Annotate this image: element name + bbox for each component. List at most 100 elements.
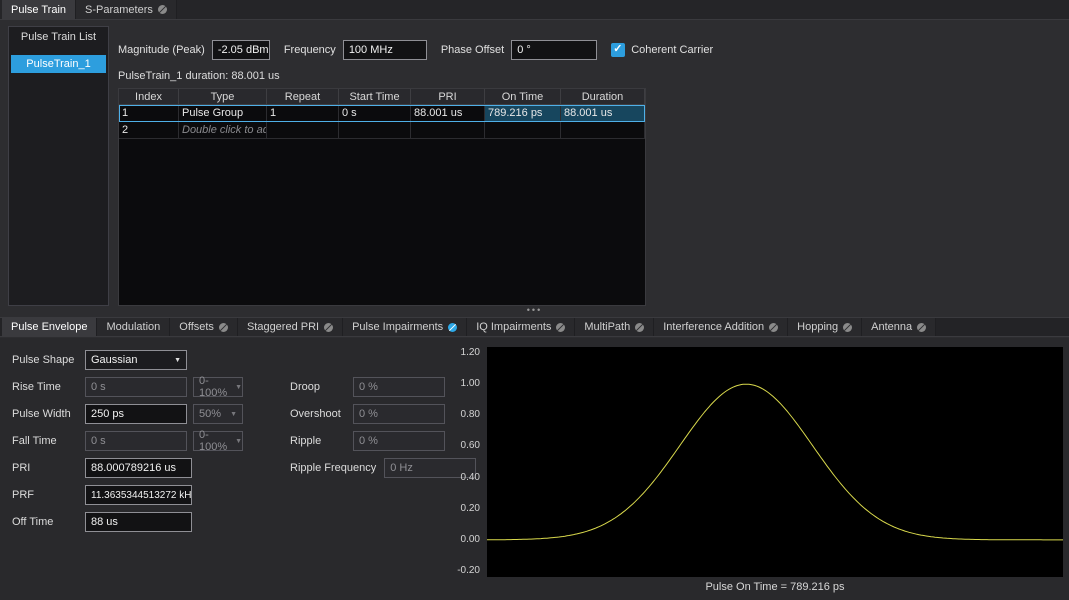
disabled-circle-icon xyxy=(635,323,644,332)
prf-row: PRF 11.3635344513272 kHz xyxy=(12,485,192,505)
cell-start-time[interactable]: 0 s xyxy=(339,105,411,122)
tab-interference-addition[interactable]: Interference Addition xyxy=(654,318,788,336)
cell-on-time[interactable]: 789.216 ps xyxy=(485,105,561,122)
cell-add-placeholder[interactable]: Double click to add xyxy=(179,122,267,139)
column-header[interactable]: Start Time xyxy=(339,89,411,105)
tab-label: Pulse Impairments xyxy=(352,321,443,333)
tab-s-parameters[interactable]: S-Parameters xyxy=(76,0,177,19)
column-header[interactable]: Repeat xyxy=(267,89,339,105)
cell-repeat[interactable]: 1 xyxy=(267,105,339,122)
tab-staggered-pri[interactable]: Staggered PRI xyxy=(238,318,343,336)
cell-duration[interactable] xyxy=(561,122,645,139)
cell-type[interactable]: Pulse Group xyxy=(179,105,267,122)
cell-index[interactable]: 1 xyxy=(119,105,179,122)
rise-time-input[interactable]: 0 s xyxy=(85,377,187,397)
magnitude-input[interactable]: -2.05 dBm xyxy=(212,40,270,60)
disabled-circle-icon xyxy=(219,323,228,332)
cell-pri[interactable]: 88.001 us xyxy=(411,105,485,122)
cell-start-time[interactable] xyxy=(339,122,411,139)
table-row[interactable]: 2 Double click to add xyxy=(119,122,645,139)
y-tick-label: 0.40 xyxy=(461,471,480,484)
column-header[interactable]: On Time xyxy=(485,89,561,105)
rise-time-unit-value: 0-100% xyxy=(199,375,227,399)
table-row[interactable]: 1 Pulse Group 1 0 s 88.001 us 789.216 ps… xyxy=(119,105,645,122)
enabled-circle-icon xyxy=(448,323,457,332)
tab-multipath[interactable]: MultiPath xyxy=(575,318,654,336)
chevron-down-icon: ▼ xyxy=(174,357,181,364)
header-fields: Magnitude (Peak) -2.05 dBm Frequency 100… xyxy=(118,40,720,60)
disabled-circle-icon xyxy=(769,323,778,332)
y-tick-label: 0.20 xyxy=(461,502,480,515)
disabled-circle-icon xyxy=(843,323,852,332)
tab-label: Offsets xyxy=(179,321,214,333)
coherent-carrier-checkbox[interactable] xyxy=(611,43,625,57)
cell-on-time[interactable] xyxy=(485,122,561,139)
y-tick-label: 0.80 xyxy=(461,408,480,421)
pulse-train-list-item[interactable]: PulseTrain_1 xyxy=(11,55,106,73)
pulse-shape-select[interactable]: Gaussian ▼ xyxy=(85,350,187,370)
tab-label: Hopping xyxy=(797,321,838,333)
cell-index[interactable]: 2 xyxy=(119,122,179,139)
tab-iq-impairments[interactable]: IQ Impairments xyxy=(467,318,575,336)
column-header[interactable]: Type xyxy=(179,89,267,105)
magnitude-label: Magnitude (Peak) xyxy=(118,44,205,56)
cell-pri[interactable] xyxy=(411,122,485,139)
pulse-on-time-caption: Pulse On Time = 789.216 ps xyxy=(487,581,1063,593)
table-header-row: Index Type Repeat Start Time PRI On Time… xyxy=(119,89,645,105)
tab-modulation[interactable]: Modulation xyxy=(97,318,170,336)
rise-time-unit-select[interactable]: 0-100% ▼ xyxy=(193,377,243,397)
column-header[interactable]: Index xyxy=(119,89,179,105)
off-time-label: Off Time xyxy=(12,516,80,528)
pri-input[interactable]: 88.000789216 us xyxy=(85,458,192,478)
fall-time-input[interactable]: 0 s xyxy=(85,431,187,451)
fall-time-unit-select[interactable]: 0-100% ▼ xyxy=(193,431,243,451)
tab-label: Pulse Train xyxy=(11,4,66,16)
y-tick-label: 1.00 xyxy=(461,377,480,390)
tab-offsets[interactable]: Offsets xyxy=(170,318,238,336)
tab-pulse-impairments[interactable]: Pulse Impairments xyxy=(343,318,467,336)
tab-pulse-train[interactable]: Pulse Train xyxy=(2,0,76,19)
droop-row: Droop 0 % xyxy=(290,377,445,397)
phase-offset-label: Phase Offset xyxy=(441,44,504,56)
disabled-circle-icon xyxy=(917,323,926,332)
cell-repeat[interactable] xyxy=(267,122,339,139)
tab-label: MultiPath xyxy=(584,321,630,333)
pri-row: PRI 88.000789216 us xyxy=(12,458,192,478)
off-time-row: Off Time 88 us xyxy=(12,512,192,532)
prf-input[interactable]: 11.3635344513272 kHz xyxy=(85,485,192,505)
y-tick-label: 1.20 xyxy=(461,346,480,359)
duration-text: PulseTrain_1 duration: 88.001 us xyxy=(118,70,280,82)
tab-label: Antenna xyxy=(871,321,912,333)
tab-hopping[interactable]: Hopping xyxy=(788,318,862,336)
pri-label: PRI xyxy=(12,462,80,474)
coherent-carrier-label: Coherent Carrier xyxy=(631,44,713,56)
y-tick-label: -0.20 xyxy=(457,564,480,577)
y-tick-label: 0.60 xyxy=(461,439,480,452)
phase-offset-input[interactable]: 0 ° xyxy=(511,40,597,60)
frequency-input[interactable]: 100 MHz xyxy=(343,40,427,60)
tab-label: Pulse Envelope xyxy=(11,321,87,333)
disabled-circle-icon xyxy=(556,323,565,332)
tab-label: S-Parameters xyxy=(85,4,153,16)
tab-antenna[interactable]: Antenna xyxy=(862,318,936,336)
pulse-width-unit-select[interactable]: 50% ▼ xyxy=(193,404,243,424)
pulse-width-input[interactable]: 250 ps xyxy=(85,404,187,424)
column-header[interactable]: PRI xyxy=(411,89,485,105)
chevron-down-icon: ▼ xyxy=(235,384,242,391)
pulse-envelope-chart xyxy=(487,347,1063,577)
chart-y-axis: 1.20 1.00 0.80 0.60 0.40 0.20 0.00 -0.20 xyxy=(424,346,480,577)
panel-splitter-handle[interactable]: ••• xyxy=(0,304,1069,316)
fall-time-label: Fall Time xyxy=(12,435,80,447)
pulse-envelope-panel: Pulse Shape Gaussian ▼ Rise Time 0 s 0-1… xyxy=(0,338,1069,600)
pulse-shape-label: Pulse Shape xyxy=(12,354,80,366)
column-header[interactable]: Duration xyxy=(561,89,645,105)
pulse-width-row: Pulse Width 250 ps 50% ▼ xyxy=(12,404,243,424)
cell-duration[interactable]: 88.001 us xyxy=(561,105,645,122)
rise-time-label: Rise Time xyxy=(12,381,80,393)
tab-pulse-envelope[interactable]: Pulse Envelope xyxy=(2,318,97,336)
pulse-envelope-plot xyxy=(487,347,1063,577)
tab-label: Modulation xyxy=(106,321,160,333)
overshoot-label: Overshoot xyxy=(290,408,345,420)
off-time-input[interactable]: 88 us xyxy=(85,512,192,532)
pulse-envelope-curve xyxy=(487,384,1063,540)
